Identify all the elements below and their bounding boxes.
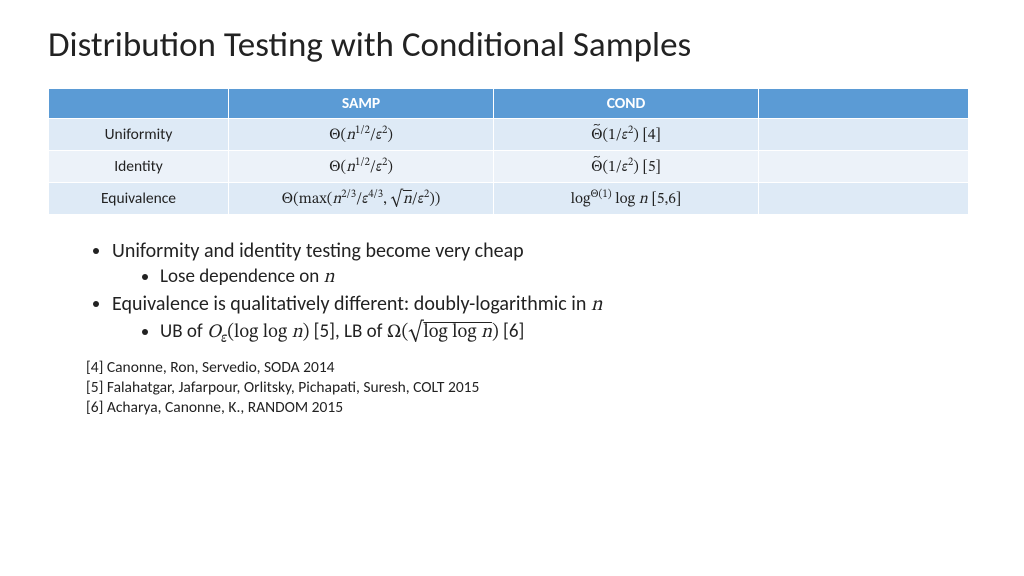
table-row: Equivalence (max(n2/3/4/3, √n/2)) log(1)…: [49, 183, 969, 215]
bullet-1: Uniformity and identity testing become v…: [112, 239, 976, 263]
row-label: Uniformity: [49, 119, 229, 151]
cell-blank: [759, 119, 969, 151]
cell-cond: (1/2) [4]: [494, 119, 759, 151]
row-label: Identity: [49, 151, 229, 183]
slide-title: Distribution Testing with Conditional Sa…: [48, 24, 976, 66]
complexity-table: SAMP COND Uniformity (n1/2/2) (1/2) [4] …: [48, 88, 969, 215]
bullet-list: Uniformity and identity testing become v…: [48, 239, 976, 348]
cell-samp: (n1/2/2): [229, 151, 494, 183]
ref-4: [4] Canonne, Ron, Servedio, SODA 2014: [86, 358, 976, 378]
cell-samp: (max(n2/3/4/3, √n/2)): [229, 183, 494, 215]
cell-blank: [759, 151, 969, 183]
references: [4] Canonne, Ron, Servedio, SODA 2014 [5…: [48, 358, 976, 417]
cell-samp: (n1/2/2): [229, 119, 494, 151]
bullet-2: Equivalence is qualitatively different: …: [112, 292, 976, 318]
th-samp: SAMP: [229, 89, 494, 119]
th-blank2: [759, 89, 969, 119]
table-row: Uniformity (n1/2/2) (1/2) [4]: [49, 119, 969, 151]
cell-cond: log(1) log n [5,6]: [494, 183, 759, 215]
row-label: Equivalence: [49, 183, 229, 215]
th-blank1: [49, 89, 229, 119]
ref-5: [5] Falahatgar, Jafarpour, Orlitsky, Pic…: [86, 378, 976, 398]
ref-6: [6] Acharya, Canonne, K., RANDOM 2015: [86, 398, 976, 418]
table-row: Identity (n1/2/2) (1/2) [5]: [49, 151, 969, 183]
bullet-2a: UB of O(log log n) [5], LB of (√log log …: [160, 320, 976, 348]
th-cond: COND: [494, 89, 759, 119]
cell-blank: [759, 183, 969, 215]
bullet-1a: Lose dependence on n: [160, 265, 976, 290]
cell-cond: (1/2) [5]: [494, 151, 759, 183]
table-header-row: SAMP COND: [49, 89, 969, 119]
